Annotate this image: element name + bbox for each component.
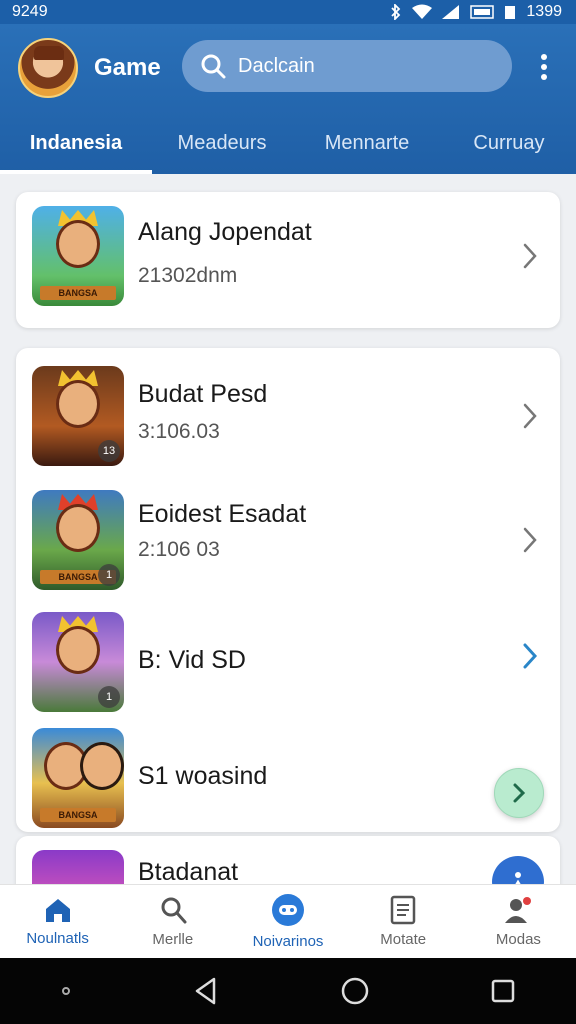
search-icon: [161, 897, 187, 924]
chevron-right-icon: [513, 783, 526, 803]
app-bar: Game Daclcain Indanesia Meadeurs Mennart…: [0, 24, 576, 174]
nav-item-notes[interactable]: Motate: [346, 885, 461, 958]
game-thumbnail: BANGSA: [32, 206, 124, 306]
item-subtitle: 2:106 03: [138, 538, 220, 561]
list-item[interactable]: 13 Budat Pesd 3:106.03: [16, 366, 560, 476]
game-thumbnail: BANGSA 1: [32, 490, 124, 590]
tab-indanesia[interactable]: Indanesia: [0, 116, 152, 174]
game-thumbnail: 13: [32, 366, 124, 466]
nav-item-games[interactable]: Noivarinos: [230, 885, 345, 958]
recents-icon[interactable]: [490, 978, 516, 1004]
bluetooth-icon: [391, 4, 401, 20]
status-icons: 1399: [390, 3, 562, 21]
game-icon: [272, 894, 304, 926]
battery-icon: [505, 6, 516, 19]
home-icon: [45, 899, 70, 922]
nav-label: Modas: [495, 931, 541, 948]
chevron-right-icon[interactable]: [520, 642, 540, 670]
nav-item-profile[interactable]: Modas: [461, 885, 576, 958]
dot-icon: [62, 987, 70, 995]
search-input[interactable]: Daclcain: [182, 40, 512, 92]
item-subtitle: 21302dnm: [138, 264, 238, 287]
thumbnail-badge: 1: [98, 686, 120, 708]
item-title: S1 woasind: [138, 762, 268, 790]
bottom-navigation: Noulnatls Merlle Noivarinos Motate Modas: [0, 884, 576, 958]
tab-meadeurs[interactable]: Meadeurs: [152, 116, 292, 170]
status-battery: 1399: [526, 3, 562, 20]
app-title: Game: [94, 54, 161, 81]
status-bar: 9249 1399: [0, 0, 576, 24]
item-title: Eoidest Esadat: [138, 500, 307, 528]
game-thumbnail: BANGSA: [32, 728, 124, 828]
nav-label: Merlle: [152, 931, 194, 948]
item-title: B: Vid SD: [138, 646, 246, 674]
item-title: Budat Pesd: [138, 380, 268, 408]
list-item[interactable]: BANGSA S1 woasind: [16, 728, 560, 838]
nav-item-home[interactable]: Noulnatls: [0, 885, 115, 958]
search-placeholder: Daclcain: [238, 54, 315, 77]
status-time: 9249: [12, 3, 48, 20]
list-item[interactable]: BANGSA Alang Jopendat 21302dnm: [16, 206, 560, 316]
search-icon: [201, 54, 226, 79]
featured-card[interactable]: BANGSA Alang Jopendat 21302dnm: [16, 192, 560, 328]
nav-label: Noivarinos: [252, 933, 324, 950]
signal-icon: [442, 5, 460, 19]
item-title: Btadanat: [138, 858, 239, 886]
more-options-icon[interactable]: [534, 52, 554, 82]
game-list-card: 13 Budat Pesd 3:106.03 BANGSA 1 Eoidest …: [16, 348, 560, 832]
wifi-icon: [412, 4, 433, 19]
item-title: Alang Jopendat: [138, 218, 312, 246]
avatar[interactable]: [18, 38, 78, 98]
next-fab-button[interactable]: [494, 768, 544, 818]
nav-label: Noulnatls: [26, 930, 89, 947]
list-item[interactable]: BANGSA 1 Eoidest Esadat 2:106 03: [16, 490, 560, 600]
tab-curruay[interactable]: Curruay: [442, 116, 576, 170]
tab-mennarte[interactable]: Mennarte: [292, 116, 442, 170]
chevron-right-icon[interactable]: [520, 526, 540, 554]
chevron-right-icon[interactable]: [520, 402, 540, 430]
system-navigation-bar: [0, 958, 576, 1024]
thumbnail-badge: 13: [98, 440, 120, 462]
thumbnail-badge: 1: [98, 564, 120, 586]
nav-label: Motate: [380, 931, 427, 948]
document-icon: [390, 895, 416, 925]
sim-icon: [470, 5, 495, 19]
back-icon[interactable]: [192, 976, 220, 1006]
chevron-right-icon[interactable]: [520, 242, 540, 270]
nav-item-search[interactable]: Merlle: [115, 885, 230, 958]
tab-bar: Indanesia Meadeurs Mennarte Curruay: [0, 116, 576, 174]
game-thumbnail: 1: [32, 612, 124, 712]
item-subtitle: 3:106.03: [138, 420, 220, 443]
list-item[interactable]: 1 B: Vid SD: [16, 612, 560, 722]
home-button-icon[interactable]: [340, 976, 370, 1006]
profile-icon: [505, 897, 532, 923]
